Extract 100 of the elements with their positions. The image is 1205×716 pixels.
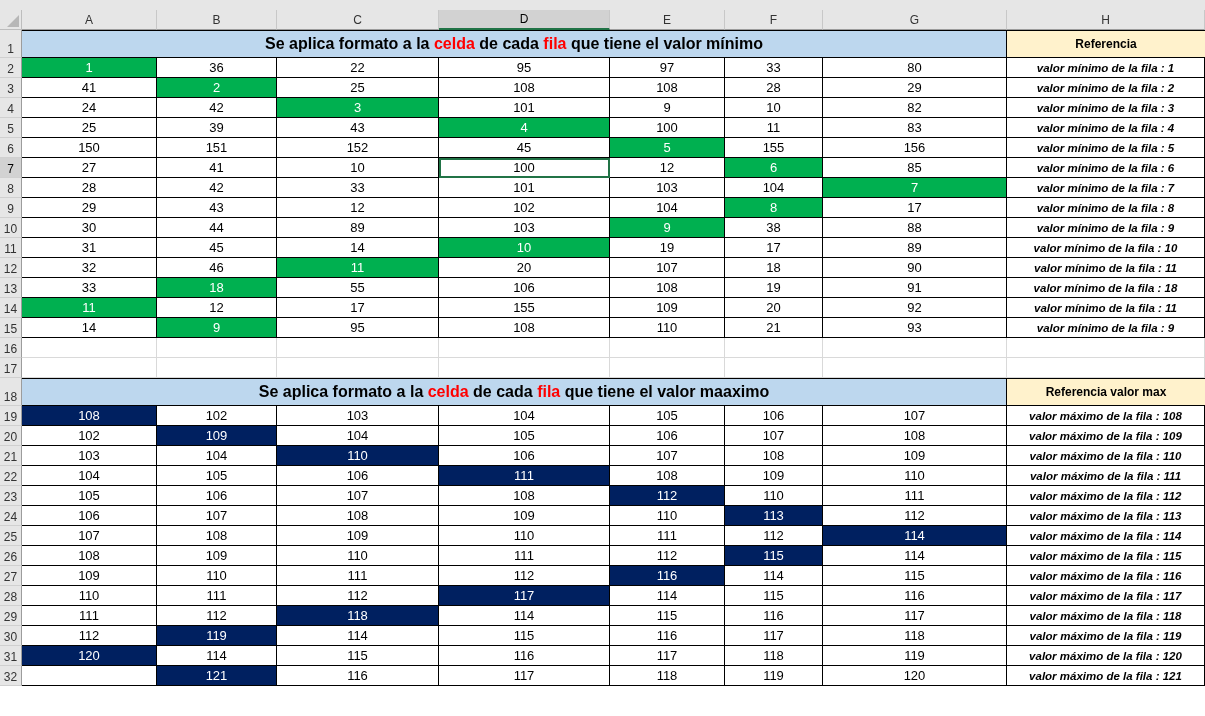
row-header[interactable]: 29 xyxy=(0,606,22,626)
row-header[interactable]: 16 xyxy=(0,338,22,358)
row-header[interactable]: 22 xyxy=(0,466,22,486)
reference-cell: valor máximo de la fila : 115 xyxy=(1007,546,1205,566)
table-cell: 91 xyxy=(823,278,1007,298)
table-cell: 106 xyxy=(277,466,439,486)
reference-cell: valor mínimo de la fila : 11 xyxy=(1007,258,1205,278)
reference-cell: valor mínimo de la fila : 9 xyxy=(1007,318,1205,338)
column-header[interactable]: E xyxy=(610,10,725,30)
row-header[interactable]: 18 xyxy=(0,378,22,406)
select-all-icon[interactable] xyxy=(7,15,19,27)
reference-cell: valor máximo de la fila : 116 xyxy=(1007,566,1205,586)
table-cell: 118 xyxy=(725,646,823,666)
table-cell: 28 xyxy=(725,78,823,98)
row-header[interactable]: 10 xyxy=(0,218,22,238)
row-header[interactable]: 25 xyxy=(0,526,22,546)
row-header[interactable]: 13 xyxy=(0,278,22,298)
table-cell: 44 xyxy=(157,218,277,238)
table-cell: 114 xyxy=(610,586,725,606)
row-header[interactable]: 11 xyxy=(0,238,22,258)
row-header[interactable]: 19 xyxy=(0,406,22,426)
table-cell: 89 xyxy=(277,218,439,238)
row-header[interactable]: 23 xyxy=(0,486,22,506)
table-cell: 111 xyxy=(277,566,439,586)
column-header[interactable]: B xyxy=(157,10,277,30)
column-header[interactable]: H xyxy=(1007,10,1205,30)
table-cell: 80 xyxy=(823,58,1007,78)
table-cell: 20 xyxy=(725,298,823,318)
table-cell: 8 xyxy=(725,198,823,218)
table-cell: 115 xyxy=(725,546,823,566)
row-header[interactable]: 26 xyxy=(0,546,22,566)
table-cell: 109 xyxy=(277,526,439,546)
row-header[interactable]: 2 xyxy=(0,58,22,78)
table-cell: 10 xyxy=(277,158,439,178)
row-header[interactable]: 15 xyxy=(0,318,22,338)
table-cell: 32 xyxy=(22,258,157,278)
column-header[interactable]: A xyxy=(22,10,157,30)
column-header[interactable]: G xyxy=(823,10,1007,30)
column-header[interactable]: F xyxy=(725,10,823,30)
row-header[interactable]: 32 xyxy=(0,666,22,686)
row-header[interactable]: 27 xyxy=(0,566,22,586)
table-cell: 114 xyxy=(439,606,610,626)
reference-cell: valor máximo de la fila : 113 xyxy=(1007,506,1205,526)
table-cell: 117 xyxy=(439,586,610,606)
table-cell: 107 xyxy=(610,258,725,278)
table-cell: 9 xyxy=(157,318,277,338)
table-cell: 116 xyxy=(610,566,725,586)
table-cell: 111 xyxy=(439,466,610,486)
row-header[interactable]: 7 xyxy=(0,158,22,178)
table-cell: 107 xyxy=(725,426,823,446)
reference-cell: valor mínimo de la fila : 9 xyxy=(1007,218,1205,238)
row-header[interactable]: 17 xyxy=(0,358,22,378)
reference-cell: valor mínimo de la fila : 8 xyxy=(1007,198,1205,218)
row-header[interactable]: 5 xyxy=(0,118,22,138)
table-cell: 24 xyxy=(22,98,157,118)
table-cell: 110 xyxy=(610,318,725,338)
table-cell: 116 xyxy=(439,646,610,666)
row-header[interactable]: 6 xyxy=(0,138,22,158)
table-cell: 106 xyxy=(22,506,157,526)
table-cell: 106 xyxy=(439,278,610,298)
row-header[interactable]: 12 xyxy=(0,258,22,278)
table-cell: 107 xyxy=(277,486,439,506)
row-header[interactable]: 28 xyxy=(0,586,22,606)
reference-cell: valor mínimo de la fila : 6 xyxy=(1007,158,1205,178)
row-header[interactable]: 21 xyxy=(0,446,22,466)
table-cell: 88 xyxy=(823,218,1007,238)
row-header[interactable]: 14 xyxy=(0,298,22,318)
row-header[interactable]: 4 xyxy=(0,98,22,118)
table-cell: 105 xyxy=(157,466,277,486)
row-header[interactable]: 8 xyxy=(0,178,22,198)
row-header[interactable]: 31 xyxy=(0,646,22,666)
table-cell: 10 xyxy=(439,238,610,258)
table-cell: 111 xyxy=(157,586,277,606)
table-cell: 114 xyxy=(725,566,823,586)
table-cell: 120 xyxy=(22,646,157,666)
row-header[interactable]: 9 xyxy=(0,198,22,218)
table-cell: 106 xyxy=(725,406,823,426)
row-header[interactable]: 30 xyxy=(0,626,22,646)
table-cell: 33 xyxy=(725,58,823,78)
row-header[interactable]: 20 xyxy=(0,426,22,446)
column-header[interactable]: C xyxy=(277,10,439,30)
table-cell: 118 xyxy=(823,626,1007,646)
row-header[interactable]: 1 xyxy=(0,30,22,58)
table-cell: 114 xyxy=(823,526,1007,546)
table-cell: 33 xyxy=(277,178,439,198)
table-cell: 29 xyxy=(22,198,157,218)
reference-cell: valor máximo de la fila : 120 xyxy=(1007,646,1205,666)
reference-header: Referencia xyxy=(1007,30,1205,58)
table-cell: 45 xyxy=(439,138,610,158)
section-title: Se aplica formato a la celda de cada fila que tiene el valor mínimo xyxy=(22,30,1007,58)
table-cell: 150 xyxy=(22,138,157,158)
table-cell: 105 xyxy=(610,406,725,426)
column-header[interactable]: D xyxy=(439,10,610,30)
table-cell: 103 xyxy=(22,446,157,466)
reference-cell: valor máximo de la fila : 108 xyxy=(1007,406,1205,426)
reference-cell: valor máximo de la fila : 117 xyxy=(1007,586,1205,606)
reference-cell: valor mínimo de la fila : 10 xyxy=(1007,238,1205,258)
table-cell: 45 xyxy=(157,238,277,258)
row-header[interactable]: 3 xyxy=(0,78,22,98)
row-header[interactable]: 24 xyxy=(0,506,22,526)
